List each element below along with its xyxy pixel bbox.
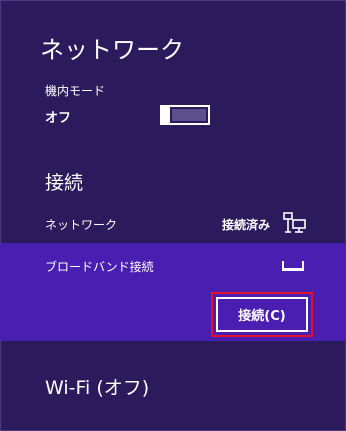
connection-item-label: ブロードバンド接続: [45, 260, 154, 274]
connections-heading: 接続: [45, 172, 84, 194]
wired-network-icon: [283, 212, 306, 233]
airplane-mode-toggle[interactable]: [160, 105, 210, 125]
airplane-mode-state: オフ: [45, 111, 72, 126]
page-title: ネットワーク: [40, 36, 184, 64]
connection-item-label: ネットワーク: [45, 218, 118, 232]
connect-button[interactable]: 接続(C): [216, 297, 308, 332]
connection-item-network[interactable]: ネットワーク 接続済み: [0, 203, 346, 243]
toggle-thumb[interactable]: [160, 105, 170, 125]
wifi-heading[interactable]: Wi-Fi (オフ): [45, 373, 149, 400]
toggle-track: [172, 109, 206, 121]
connection-status: 接続済み: [221, 218, 270, 232]
broadband-icon: [282, 261, 304, 271]
airplane-mode-label: 機内モード: [45, 84, 106, 98]
connect-button-highlight[interactable]: 接続(C): [211, 292, 313, 337]
